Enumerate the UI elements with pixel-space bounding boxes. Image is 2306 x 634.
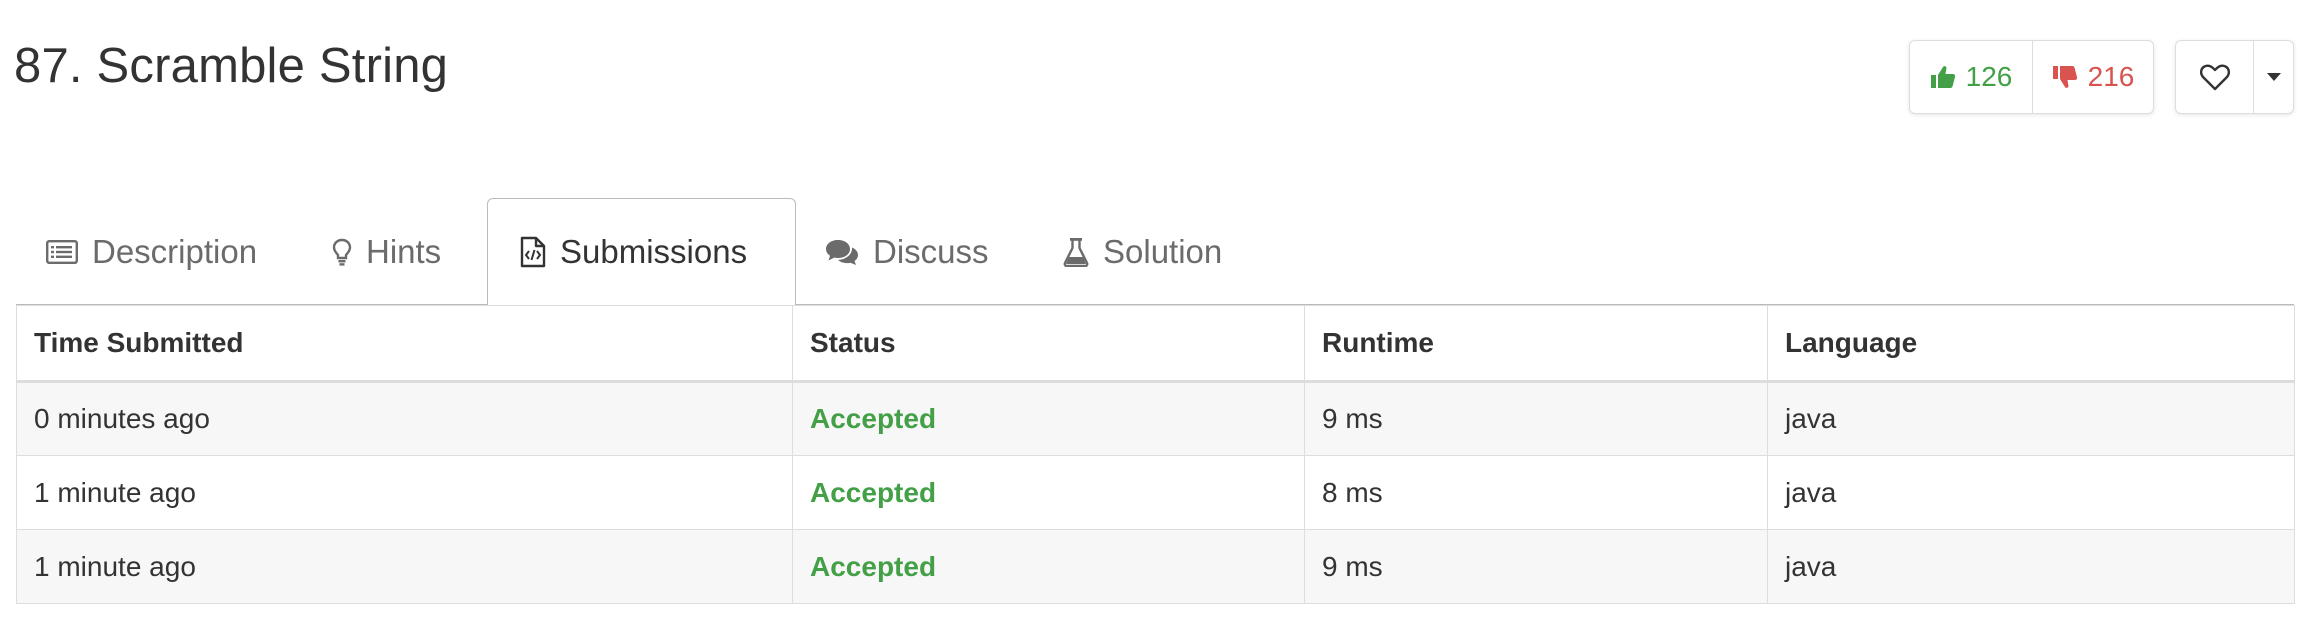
table-row: 1 minute ago Accepted 9 ms java — [16, 529, 2295, 604]
status-cell: Accepted — [792, 455, 1305, 530]
dislike-button[interactable]: 216 — [2033, 41, 2153, 113]
code-file-icon — [520, 236, 546, 268]
table-row: 1 minute ago Accepted 8 ms java — [16, 455, 2295, 530]
thumbs-down-icon — [2052, 64, 2078, 90]
tab-description[interactable]: Description — [46, 198, 257, 305]
language-cell: java — [1767, 455, 2295, 530]
runtime-cell: 9 ms — [1304, 529, 1768, 604]
lightbulb-icon — [332, 238, 352, 266]
like-button[interactable]: 126 — [1910, 41, 2033, 113]
status-link[interactable]: Accepted — [810, 403, 936, 434]
status-cell: Accepted — [792, 529, 1305, 604]
tab-label: Discuss — [873, 232, 989, 270]
status-cell: Accepted — [792, 381, 1305, 456]
header-status: Status — [792, 305, 1305, 383]
tab-label: Submissions — [560, 233, 748, 270]
header-time-submitted: Time Submitted — [16, 305, 793, 383]
favorite-button[interactable] — [2176, 41, 2254, 113]
language-cell: java — [1767, 381, 2295, 456]
status-link[interactable]: Accepted — [810, 551, 936, 582]
comments-icon — [825, 238, 859, 266]
header-runtime: Runtime — [1304, 305, 1768, 383]
dislike-count: 216 — [2087, 61, 2135, 92]
runtime-cell: 9 ms — [1304, 381, 1768, 456]
heart-outline-icon — [2199, 62, 2231, 92]
page-title: 87. Scramble String — [14, 39, 449, 93]
runtime-cell: 8 ms — [1304, 455, 1768, 530]
like-count: 126 — [1965, 61, 2013, 92]
time-submitted-cell: 1 minute ago — [16, 455, 793, 530]
tab-submissions[interactable]: Submissions — [487, 198, 796, 306]
tab-label: Solution — [1103, 232, 1223, 270]
table-row: 0 minutes ago Accepted 9 ms java — [16, 381, 2295, 456]
list-icon — [46, 239, 78, 264]
tab-discuss[interactable]: Discuss — [825, 198, 989, 305]
caret-down-icon — [2266, 72, 2282, 82]
table-header-row: Time Submitted Status Runtime Language — [16, 305, 2295, 383]
favorite-group — [2175, 40, 2294, 114]
tab-label: Description — [92, 232, 258, 270]
tab-solution[interactable]: Solution — [1063, 198, 1222, 305]
time-submitted-cell: 1 minute ago — [16, 529, 793, 604]
language-cell: java — [1767, 529, 2295, 604]
favorite-menu-button[interactable] — [2254, 41, 2293, 113]
submissions-table: Time Submitted Status Runtime Language 0… — [16, 305, 2295, 604]
problem-tabs: Description Hints Submissions Discuss So… — [16, 198, 2294, 306]
thumbs-up-icon — [1930, 64, 1956, 90]
status-link[interactable]: Accepted — [810, 477, 936, 508]
flask-icon — [1063, 237, 1089, 267]
tab-hints[interactable]: Hints — [332, 198, 441, 305]
vote-group: 126 216 — [1909, 40, 2154, 114]
tab-label: Hints — [366, 232, 442, 270]
time-submitted-cell: 0 minutes ago — [16, 381, 793, 456]
header-language: Language — [1767, 305, 2295, 383]
